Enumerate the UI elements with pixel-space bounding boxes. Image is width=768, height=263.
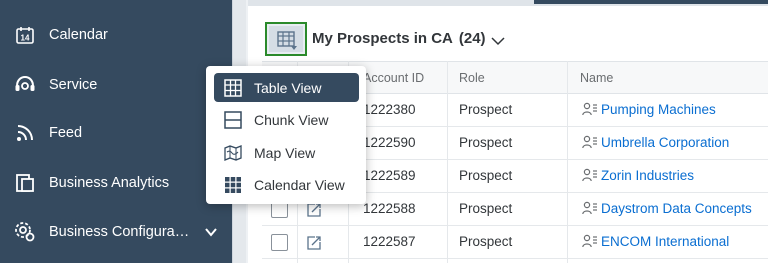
- column-header-role[interactable]: Role: [459, 71, 485, 85]
- sidebar-item-label: Calendar: [49, 27, 108, 43]
- edit-icon[interactable]: [306, 202, 322, 218]
- account-icon: [582, 102, 597, 116]
- sidebar-item-business-analytics[interactable]: Business Analytics: [0, 163, 232, 203]
- column-separator: [447, 61, 448, 263]
- account-icon: [582, 201, 597, 215]
- cell-name-link[interactable]: ENCOM International: [582, 234, 729, 249]
- chunk-view-icon: [224, 110, 242, 129]
- cell-role: Prospect: [459, 135, 513, 150]
- account-icon: [582, 135, 597, 149]
- account-name[interactable]: Umbrella Corporation: [601, 135, 729, 150]
- calendar-view-icon: [225, 176, 241, 193]
- cell-role: Prospect: [459, 234, 513, 249]
- cell-account-id: 1222588: [363, 201, 416, 216]
- menu-item-label: Map View: [254, 144, 316, 161]
- sidebar-item-calendar[interactable]: 14 Calendar: [0, 15, 232, 55]
- menu-item-table-view[interactable]: Table View: [214, 73, 359, 102]
- row-checkbox[interactable]: [271, 234, 288, 251]
- analytics-icon: [14, 172, 36, 194]
- sidebar-nav: 14 Calendar Service Feed Business Analyt…: [0, 0, 232, 263]
- feed-icon: [14, 122, 36, 144]
- table-row[interactable]: 1222587 Prospect ENCOM International: [262, 226, 768, 259]
- cell-name-link[interactable]: Daystrom Data Concepts: [582, 201, 752, 216]
- configuration-icon: [14, 221, 36, 243]
- column-header-name[interactable]: Name: [580, 71, 613, 85]
- sidebar-item-label: Service: [49, 77, 98, 93]
- cell-account-id: 1222589: [363, 168, 416, 183]
- table-view-icon: [277, 31, 295, 47]
- column-separator: [567, 61, 568, 263]
- sidebar-item-label: Business Configura…: [49, 224, 190, 240]
- account-name[interactable]: Pumping Machines: [601, 102, 716, 117]
- menu-item-chunk-view[interactable]: Chunk View: [214, 105, 359, 134]
- account-name[interactable]: ENCOM International: [601, 234, 729, 249]
- page-title: My Prospects in CA (24): [312, 30, 486, 47]
- active-tab-indicator: [534, 0, 768, 4]
- menu-item-label: Table View: [254, 79, 322, 96]
- list-header: My Prospects in CA (24): [248, 16, 768, 62]
- calendar-icon-day: 14: [21, 34, 30, 43]
- cell-name-link[interactable]: Umbrella Corporation: [582, 135, 729, 150]
- top-tab-strip: [248, 0, 768, 6]
- cell-account-id: 1222590: [363, 135, 416, 150]
- chevron-down-icon[interactable]: [491, 33, 505, 46]
- sidebar-item-label: Business Analytics: [49, 175, 170, 191]
- sidebar-item-label: Feed: [49, 125, 83, 141]
- sidebar-item-feed[interactable]: Feed: [0, 113, 232, 153]
- cell-role: Prospect: [459, 168, 513, 183]
- view-switch-button[interactable]: [265, 22, 307, 56]
- dropdown-caret-icon: [291, 46, 297, 50]
- menu-item-label: Chunk View: [254, 111, 329, 128]
- menu-item-label: Calendar View: [254, 176, 345, 193]
- account-icon: [582, 168, 597, 182]
- sidebar-item-service[interactable]: Service: [0, 65, 232, 105]
- edit-icon[interactable]: [306, 235, 322, 251]
- account-name[interactable]: Daystrom Data Concepts: [601, 201, 752, 216]
- account-name[interactable]: Zorin Industries: [601, 168, 694, 183]
- cell-role: Prospect: [459, 102, 513, 117]
- item-count: (24): [458, 30, 486, 47]
- account-icon: [582, 234, 597, 248]
- cell-account-id: 1222587: [363, 234, 416, 249]
- cell-account-id: 1222380: [363, 102, 416, 117]
- service-icon: [14, 74, 36, 96]
- cell-role: Prospect: [459, 201, 513, 216]
- cell-name-link[interactable]: Zorin Industries: [582, 168, 694, 183]
- map-view-icon: [224, 144, 242, 161]
- chevron-down-icon: [204, 225, 218, 239]
- menu-item-calendar-view[interactable]: Calendar View: [214, 170, 359, 199]
- cell-name-link[interactable]: Pumping Machines: [582, 102, 716, 117]
- table-view-icon: [224, 78, 242, 97]
- column-header-account-id[interactable]: Account ID: [363, 71, 424, 85]
- view-menu-popover: Table View Chunk View Map View Calendar …: [206, 66, 366, 204]
- calendar-icon: 14: [14, 24, 36, 46]
- sidebar-item-business-configuration[interactable]: Business Configura…: [0, 212, 232, 252]
- menu-item-map-view[interactable]: Map View: [214, 138, 359, 167]
- page-title-text: My Prospects in CA: [312, 30, 453, 47]
